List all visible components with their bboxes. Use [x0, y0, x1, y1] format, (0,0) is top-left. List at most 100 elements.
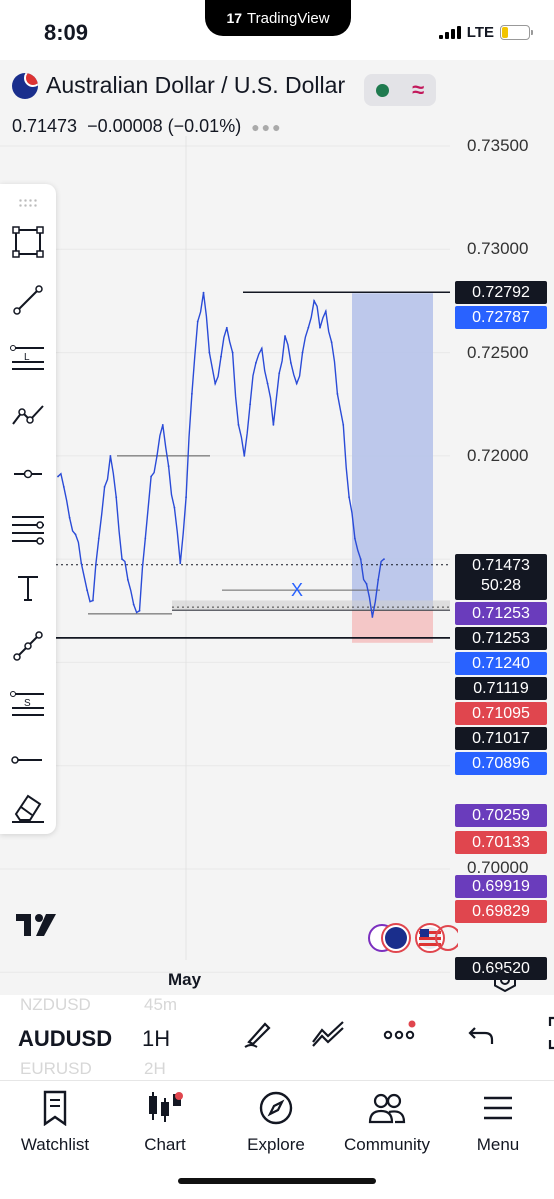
data-point: [266, 382, 269, 385]
status-time: 8:09: [44, 20, 89, 45]
tab-label: Community: [344, 1135, 430, 1154]
tab-watchlist[interactable]: Watchlist: [0, 1087, 110, 1155]
more-options-icon[interactable]: [382, 1015, 418, 1051]
ray-icon[interactable]: [8, 740, 48, 780]
data-point: [121, 558, 123, 561]
price-label: 0.71017: [455, 726, 547, 750]
data-point: [132, 603, 135, 606]
market-open-icon: [375, 83, 389, 97]
tab-label: Watchlist: [20, 1135, 90, 1154]
draw-pen-icon[interactable]: [240, 1015, 276, 1051]
current-interval[interactable]: 1H: [142, 1026, 170, 1052]
eraser-icon[interactable]: [8, 788, 48, 828]
data-point: [138, 609, 141, 612]
interval-option[interactable]: 45m: [144, 995, 177, 1015]
drawing-toolbar[interactable]: L S: [0, 184, 56, 834]
economic-events-icon[interactable]: [368, 922, 461, 954]
data-point: [313, 300, 316, 302]
price-chart[interactable]: X: [0, 60, 554, 995]
polyline-icon[interactable]: [8, 626, 48, 666]
data-point: [173, 506, 176, 509]
data-point: [92, 599, 94, 602]
data-point: [371, 616, 374, 618]
data-point: [179, 562, 182, 565]
battery-icon: [500, 25, 533, 40]
price-label: 0.72787: [455, 306, 547, 330]
price-label: 0.69829: [455, 899, 547, 923]
tab-label: Menu: [476, 1135, 520, 1154]
data-point: [68, 516, 71, 519]
status-bar: 8:09 17 TradingView LTE: [0, 0, 554, 60]
data-point: [319, 326, 321, 329]
parallel-lines-icon[interactable]: [8, 510, 48, 550]
price-label: 0.71253: [455, 626, 547, 650]
price-label-value: 0.70896: [472, 754, 530, 772]
data-point: [342, 423, 345, 426]
data-point: [377, 578, 380, 581]
data-point: [272, 423, 275, 426]
last-price: 0.71473: [12, 116, 78, 136]
price-label-value: 0.71095: [472, 704, 530, 722]
undo-icon[interactable]: [464, 1015, 500, 1051]
data-point: [383, 558, 385, 561]
data-point: [225, 326, 228, 329]
price-change: −0.00008 (−0.01%): [87, 116, 242, 136]
tradingview-watermark-icon: [16, 912, 64, 943]
chart-icon: [110, 1087, 220, 1129]
data-point: [196, 320, 199, 323]
data-point: [74, 533, 77, 536]
data-point: [359, 558, 362, 561]
price-label-value: 0.69919: [472, 877, 530, 895]
tab-community[interactable]: Community: [332, 1087, 442, 1155]
price-label: 0.71253: [455, 601, 547, 625]
tab-label: Explore: [247, 1135, 305, 1154]
data-point: [214, 382, 217, 385]
data-point: [243, 454, 246, 457]
y-tick: 0.73000: [467, 239, 529, 258]
long-position-target-zone: [352, 293, 433, 611]
data-point: [289, 362, 292, 364]
horizontal-ray-icon[interactable]: [8, 454, 48, 494]
quote-line: 0.71473 −0.00008 (−0.01%) ●●●: [12, 116, 283, 137]
data-point: [103, 485, 106, 488]
path-icon[interactable]: [8, 396, 48, 436]
rectangle-icon[interactable]: [8, 222, 48, 262]
text-icon[interactable]: [8, 568, 48, 608]
data-point: [185, 496, 187, 499]
network-type: LTE: [466, 24, 494, 41]
svg-text:S: S: [24, 698, 31, 709]
chart-settings-icon[interactable]: [492, 967, 518, 998]
data-point: [307, 326, 310, 329]
current-symbol[interactable]: AUDUSD: [18, 1026, 112, 1052]
chart-area[interactable]: X Australian Dollar / U.S. Dollar ≈ 0.71…: [0, 60, 554, 995]
drag-handle-icon[interactable]: [18, 198, 38, 208]
price-label: 0.71240: [455, 651, 547, 675]
interval-option[interactable]: 2H: [144, 1059, 166, 1079]
horizontal-line-s-icon[interactable]: S: [8, 684, 48, 724]
range-marker: X: [291, 580, 303, 600]
price-label: 0.72792: [455, 281, 547, 305]
price-label-value: 0.71017: [472, 729, 530, 747]
x-axis-month: May: [168, 970, 202, 989]
tab-explore[interactable]: Explore: [221, 1087, 331, 1155]
data-point: [126, 578, 129, 581]
tradingview-logo-icon: 17: [226, 10, 243, 26]
trend-line-icon[interactable]: [8, 280, 48, 320]
symbol-option[interactable]: EURUSD: [20, 1059, 92, 1079]
y-tick: 0.72500: [467, 343, 529, 362]
data-point: [278, 372, 281, 375]
fullscreen-icon[interactable]: [530, 1015, 554, 1051]
indicators-icon[interactable]: [310, 1015, 346, 1051]
y-tick: 0.72000: [467, 446, 529, 465]
horizontal-line-label-icon[interactable]: L: [8, 338, 48, 378]
symbol-name: Australian Dollar / U.S. Dollar: [46, 72, 346, 98]
tab-chart[interactable]: Chart: [110, 1087, 220, 1155]
symbol-header[interactable]: Australian Dollar / U.S. Dollar: [12, 72, 345, 99]
more-dots-icon[interactable]: ●●●: [251, 119, 282, 135]
symbol-interval-picker[interactable]: NZDUSD AUDUSD EURUSD 45m 1H 2H: [0, 995, 554, 1080]
tab-menu[interactable]: Menu: [443, 1087, 553, 1155]
app-banner[interactable]: 17 TradingView: [205, 0, 351, 36]
symbol-option[interactable]: NZDUSD: [20, 995, 91, 1015]
watchlist-icon: [0, 1087, 110, 1129]
market-status-badge[interactable]: ≈: [364, 74, 436, 106]
